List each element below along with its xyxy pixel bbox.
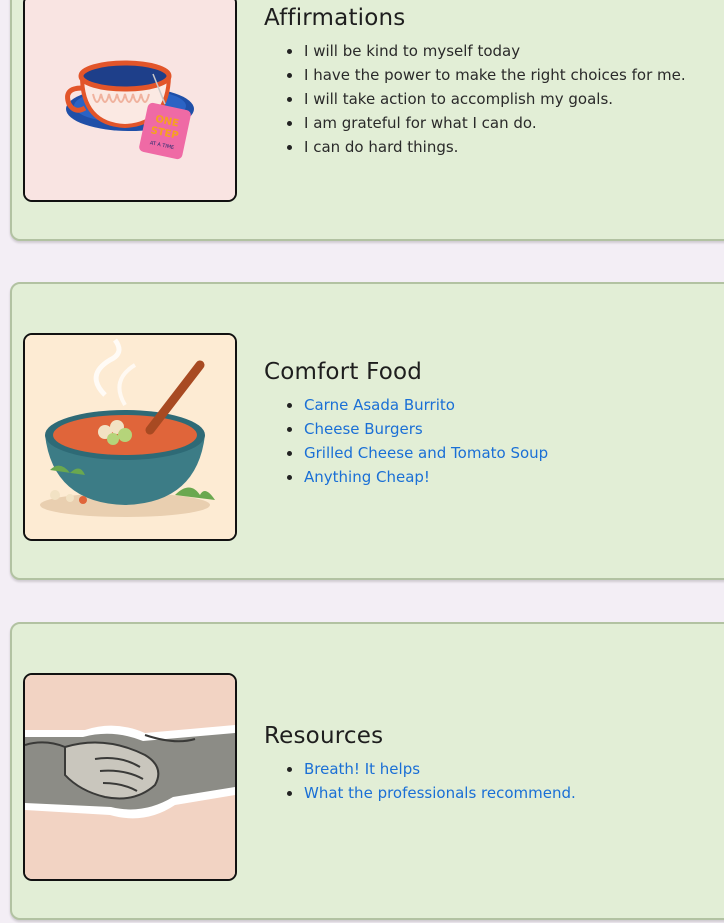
food-link-carne-asada[interactable]: Carne Asada Burrito — [304, 396, 455, 414]
affirmations-content: Affirmations I will be kind to myself to… — [264, 5, 686, 159]
list-item: What the professionals recommend. — [287, 781, 576, 805]
affirmations-list: I will be kind to myself today I have th… — [264, 39, 686, 159]
tea-cup-icon: ONE STEP AT A TIME — [25, 0, 235, 200]
resource-link-breath[interactable]: Breath! It helps — [304, 760, 420, 778]
resources-content: Resources Breath! It helps What the prof… — [264, 723, 576, 805]
food-link-cheese-burgers[interactable]: Cheese Burgers — [304, 420, 423, 438]
section-title: Comfort Food — [264, 359, 423, 385]
comfort-food-list: Carne Asada Burrito Cheese Burgers Grill… — [264, 393, 548, 489]
list-item: Carne Asada Burrito — [286, 393, 548, 417]
comfort-food-card: Comfort Food Carne Asada Burrito Cheese … — [10, 282, 724, 580]
food-link-anything-cheap[interactable]: Anything Cheap! — [304, 468, 430, 486]
list-item: I will be kind to myself today — [287, 39, 686, 63]
section-title: Resources — [264, 723, 384, 749]
soup-bowl-image — [23, 333, 237, 541]
affirmations-card: ONE STEP AT A TIME Affirmations I will b… — [10, 0, 724, 241]
list-item: I can do hard things. — [287, 135, 686, 159]
tea-cup-image: ONE STEP AT A TIME — [23, 0, 237, 202]
comfort-food-content: Comfort Food Carne Asada Burrito Cheese … — [264, 359, 548, 489]
handshake-image — [23, 673, 237, 881]
list-item: I will take action to accomplish my goal… — [287, 87, 686, 111]
list-item: Anything Cheap! — [286, 465, 548, 489]
list-item: Cheese Burgers — [286, 417, 548, 441]
resources-card: Resources Breath! It helps What the prof… — [10, 622, 724, 920]
food-link-grilled-cheese[interactable]: Grilled Cheese and Tomato Soup — [304, 444, 548, 462]
list-item: I have the power to make the right choic… — [287, 63, 686, 87]
resource-link-professionals[interactable]: What the professionals recommend. — [304, 784, 576, 802]
list-item: Breath! It helps — [287, 757, 576, 781]
list-item: I am grateful for what I can do. — [287, 111, 686, 135]
soup-bowl-icon — [25, 335, 235, 539]
resources-list: Breath! It helps What the professionals … — [264, 757, 576, 805]
list-item: Grilled Cheese and Tomato Soup — [286, 441, 548, 465]
section-title: Affirmations — [264, 5, 406, 31]
handshake-icon — [25, 675, 235, 879]
